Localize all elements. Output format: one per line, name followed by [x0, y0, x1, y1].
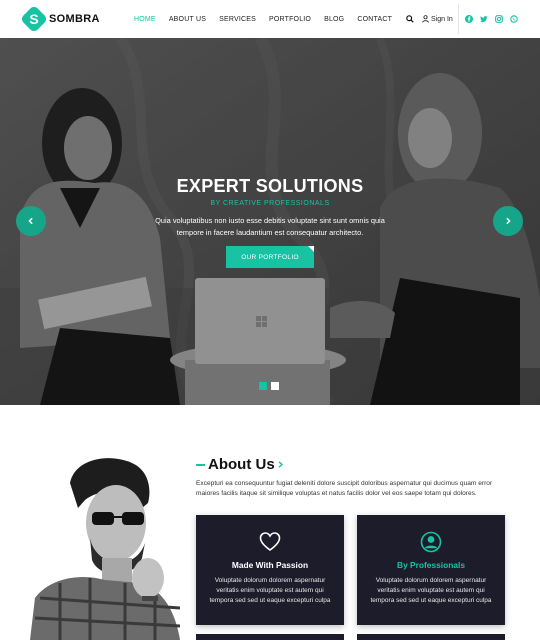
whatsapp-icon[interactable] [510, 15, 518, 23]
social-links [465, 0, 525, 38]
site-header: S SOMBRA HOME ABOUT US SERVICES PORTFOLI… [0, 0, 540, 38]
header-actions: Sign In [406, 0, 453, 38]
user-circle-icon [420, 531, 442, 553]
twitter-icon[interactable] [480, 15, 488, 23]
instagram-icon[interactable] [495, 15, 503, 23]
about-description: Excepturi ea consequuntur fugiat delenit… [196, 480, 493, 497]
facebook-icon[interactable] [465, 15, 473, 23]
main-nav: HOME ABOUT US SERVICES PORTFOLIO BLOG CO… [134, 0, 405, 38]
card-text: Voluptate dolorum dolorem aspernatur ver… [370, 577, 492, 604]
slider-prev-button[interactable] [16, 206, 46, 236]
chevron-right-icon [278, 461, 283, 468]
hero-title: EXPERT SOLUTIONS [176, 176, 364, 196]
user-icon [422, 15, 429, 23]
hero-slider: EXPERT SOLUTIONS BY CREATIVE PROFESSIONA… [0, 38, 540, 405]
card-title: By Professionals [397, 560, 465, 570]
nav-portfolio[interactable]: PORTFOLIO [269, 16, 311, 23]
slider-dot-1[interactable] [259, 382, 267, 390]
about-title: About Us [208, 456, 275, 473]
feature-card-professionals: By Professionals Voluptate dolorum dolor… [357, 515, 505, 625]
brand-name: SOMBRA [49, 13, 100, 25]
slider-pagination [259, 382, 283, 390]
nav-blog[interactable]: BLOG [324, 16, 344, 23]
signin-label: Sign In [431, 15, 453, 23]
hero-description: Quia voluptatibus non iusto esse debitis… [155, 216, 385, 237]
header-divider [458, 4, 459, 34]
heading-accent-bar [196, 463, 205, 466]
feature-card-passion: Made With Passion Voluptate dolorum dolo… [196, 515, 344, 625]
slider-next-button[interactable] [493, 206, 523, 236]
search-icon[interactable] [406, 15, 414, 23]
feature-card-partial [196, 634, 344, 640]
about-portrait-photo [30, 458, 180, 640]
feature-card-partial [357, 634, 505, 640]
about-heading: About Us [196, 456, 283, 473]
card-text: Voluptate dolorum dolorem aspernatur ver… [209, 577, 331, 604]
hero-subtitle: BY CREATIVE PROFESSIONALS [210, 200, 330, 207]
logo-mark-icon: S [19, 4, 49, 34]
brand-logo[interactable]: S SOMBRA [19, 4, 100, 34]
nav-services[interactable]: SERVICES [219, 16, 256, 23]
heart-icon [259, 532, 281, 551]
card-title: Made With Passion [231, 560, 309, 570]
nav-contact[interactable]: CONTACT [357, 16, 392, 23]
slider-dot-2[interactable] [271, 382, 279, 390]
signin-link[interactable]: Sign In [422, 15, 453, 23]
our-portfolio-button[interactable]: OUR PORTFOLIO [226, 246, 314, 268]
chevron-left-icon [28, 217, 33, 225]
nav-about-us[interactable]: ABOUT US [169, 16, 206, 23]
chevron-right-icon [506, 217, 511, 225]
nav-home[interactable]: HOME [134, 16, 156, 23]
